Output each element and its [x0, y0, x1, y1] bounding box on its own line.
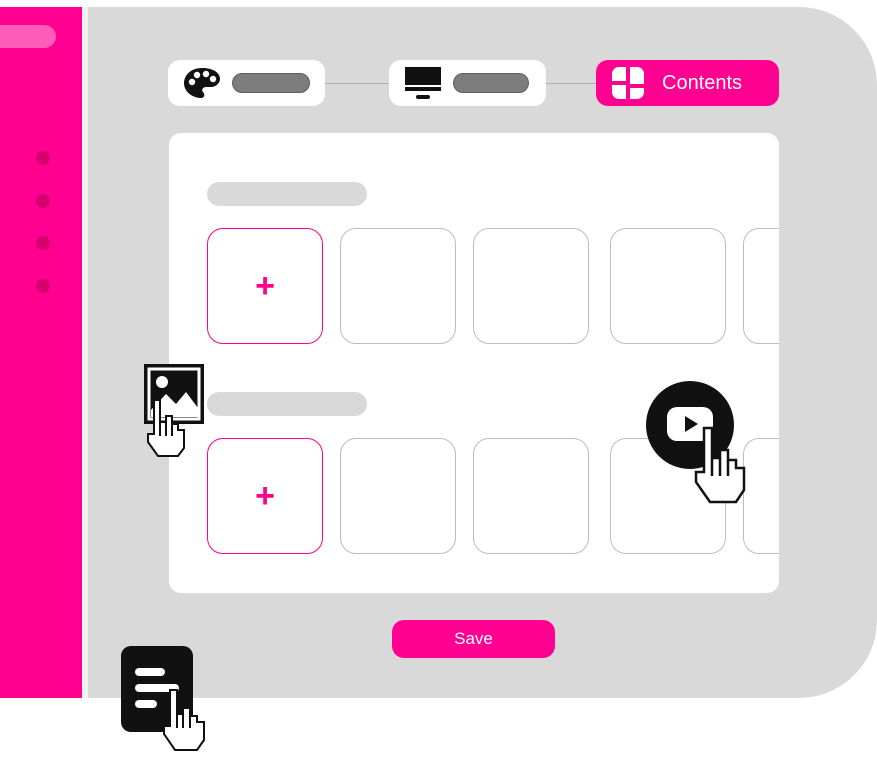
sidebar	[0, 7, 82, 698]
add-tile-button[interactable]: +	[207, 438, 323, 554]
sidebar-divider	[82, 7, 88, 698]
content-tile[interactable]	[743, 438, 779, 554]
content-tile[interactable]	[743, 228, 779, 344]
content-tile[interactable]	[473, 228, 589, 344]
sidebar-item-3[interactable]	[36, 236, 50, 250]
hand-pointer-icon	[160, 688, 206, 759]
save-button[interactable]: Save	[392, 620, 555, 658]
grid-icon	[610, 65, 646, 101]
monitor-icon	[403, 65, 443, 101]
sidebar-item-1[interactable]	[36, 151, 50, 165]
plus-icon: +	[255, 266, 275, 305]
step-contents-label: Contents	[662, 71, 743, 94]
plus-icon: +	[255, 476, 275, 515]
step-display-label	[453, 73, 529, 93]
step-connector-1	[325, 83, 390, 84]
sidebar-item-4[interactable]	[36, 279, 50, 293]
content-tile[interactable]	[340, 438, 456, 554]
sidebar-top-pill[interactable]	[0, 25, 56, 48]
sidebar-item-2[interactable]	[36, 194, 50, 208]
row-2-title	[207, 392, 367, 416]
step-design[interactable]	[168, 60, 325, 106]
content-tile[interactable]	[610, 228, 726, 344]
hand-pointer-icon	[692, 426, 748, 511]
row-1-title	[207, 182, 367, 206]
palette-icon	[182, 66, 222, 100]
hand-pointer-icon	[144, 398, 186, 465]
content-tile[interactable]	[340, 228, 456, 344]
content-tile[interactable]	[473, 438, 589, 554]
content-panel: + +	[169, 133, 779, 593]
step-connector-2	[546, 83, 596, 84]
step-contents[interactable]: Contents	[596, 60, 779, 106]
add-tile-button[interactable]: +	[207, 228, 323, 344]
step-design-label	[232, 73, 310, 93]
step-display[interactable]	[389, 60, 546, 106]
